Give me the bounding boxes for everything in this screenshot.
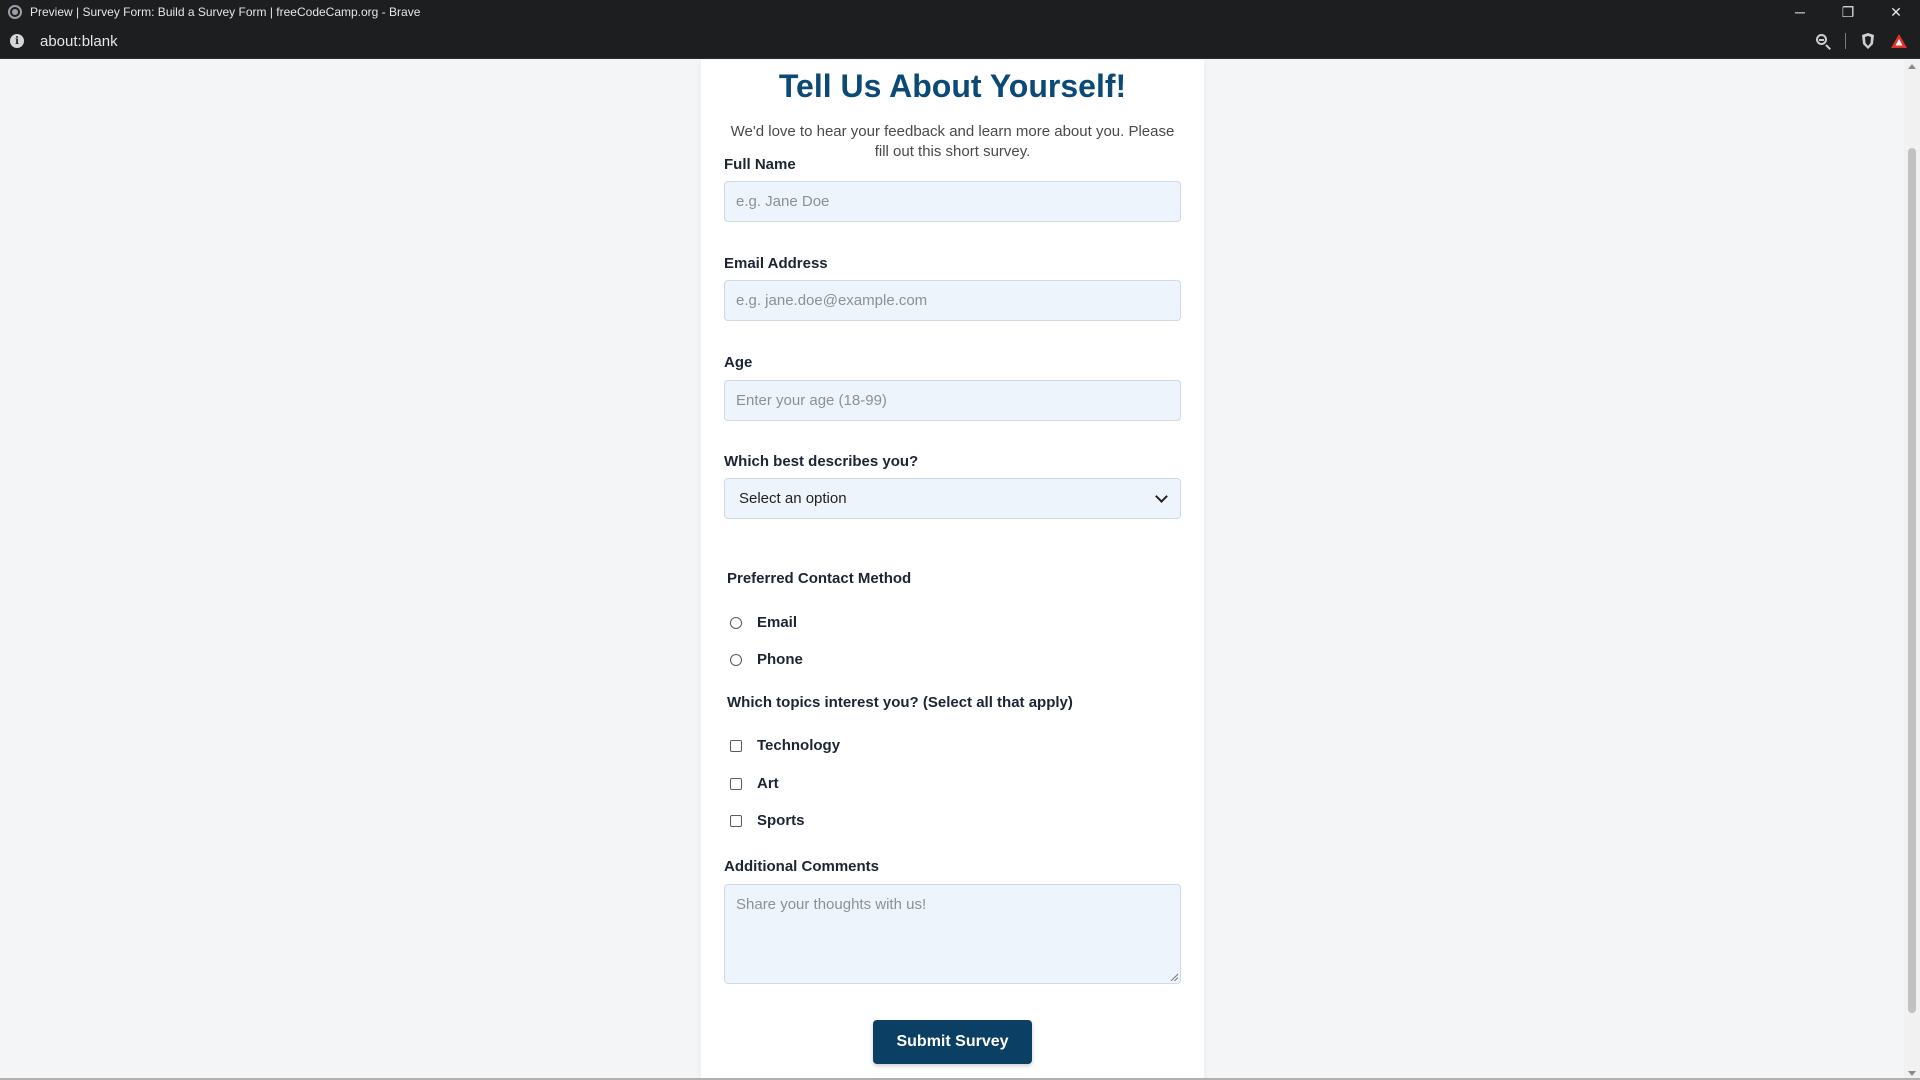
comments-placeholder: Share your thoughts with us! xyxy=(736,896,927,913)
browser-titlebar: Preview | Survey Form: Build a Survey Fo… xyxy=(0,0,1920,24)
email-label: Email Address xyxy=(724,255,828,272)
url-field[interactable]: about:blank xyxy=(40,33,1815,50)
radio-button[interactable] xyxy=(730,616,742,629)
scroll-down-icon[interactable] xyxy=(1908,1071,1916,1076)
scroll-up-icon[interactable] xyxy=(1908,64,1916,69)
brave-shield-icon[interactable] xyxy=(1860,32,1876,50)
scrollbar-thumb[interactable] xyxy=(1908,148,1916,1013)
topic-option-sports[interactable]: Sports xyxy=(730,812,805,829)
name-input[interactable] xyxy=(724,181,1181,222)
window-title: Preview | Survey Form: Build a Survey Fo… xyxy=(30,5,421,19)
contact-option-label: Phone xyxy=(757,651,803,668)
address-bar: i about:blank xyxy=(0,24,1920,59)
topic-option-label: Sports xyxy=(757,812,805,829)
role-dropdown[interactable]: Select an option xyxy=(724,478,1181,519)
minimize-button[interactable]: ─ xyxy=(1776,0,1824,24)
radio-button[interactable] xyxy=(730,653,742,666)
toolbar-divider xyxy=(1845,33,1846,49)
role-selected-value: Select an option xyxy=(739,490,847,507)
contact-method-title: Preferred Contact Method xyxy=(727,570,912,587)
close-button[interactable]: ✕ xyxy=(1872,0,1920,24)
age-label: Age xyxy=(724,354,753,371)
info-icon[interactable]: i xyxy=(10,34,24,48)
comments-label: Additional Comments xyxy=(724,858,880,875)
page-title: Tell Us About Yourself! xyxy=(778,68,1127,104)
survey-card: Tell Us About Yourself! We'd love to hea… xyxy=(701,60,1204,1080)
brave-rewards-icon[interactable] xyxy=(1890,33,1908,49)
topic-option-label: Art xyxy=(757,775,779,792)
chevron-down-icon xyxy=(1155,490,1168,503)
contact-option-label: Email xyxy=(757,614,798,631)
contact-option-phone[interactable]: Phone xyxy=(730,651,803,668)
topic-option-art[interactable]: Art xyxy=(730,775,779,792)
restore-button[interactable]: ❐ xyxy=(1824,0,1872,24)
topic-option-label: Technology xyxy=(757,737,841,754)
age-input[interactable] xyxy=(724,380,1181,421)
checkbox[interactable] xyxy=(730,739,742,752)
checkbox[interactable] xyxy=(730,777,742,790)
resize-handle-icon[interactable] xyxy=(1170,973,1178,981)
comments-textarea[interactable]: Share your thoughts with us! xyxy=(724,884,1181,984)
email-input[interactable] xyxy=(724,280,1181,321)
checkbox[interactable] xyxy=(730,814,742,827)
topics-title: Which topics interest you? (Select all t… xyxy=(727,694,1073,711)
contact-option-email[interactable]: Email xyxy=(730,614,797,631)
page-scrollbar[interactable] xyxy=(1904,60,1920,1080)
globe-icon xyxy=(8,5,22,19)
zoom-out-icon[interactable] xyxy=(1815,33,1831,50)
page-viewport: Tell Us About Yourself! We'd love to hea… xyxy=(0,60,1904,1080)
role-label: Which best describes you? xyxy=(724,453,919,470)
topic-option-technology[interactable]: Technology xyxy=(730,737,840,754)
submit-button[interactable]: Submit Survey xyxy=(873,1020,1032,1064)
name-label: Full Name xyxy=(724,156,796,173)
